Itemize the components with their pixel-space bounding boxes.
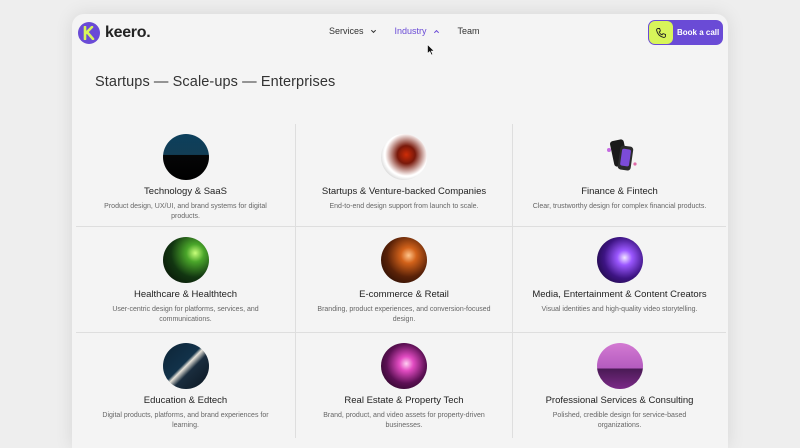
industry-description: Clear, trustworthy design for complex fi… <box>532 203 707 210</box>
nav-item-label: Team <box>457 26 480 36</box>
industry-description: Visual identities and high-quality video… <box>541 306 698 313</box>
professional-orb-image <box>596 343 643 389</box>
ecommerce-orb-image <box>381 237 427 283</box>
media-orb-image <box>596 237 643 283</box>
startups-orb-image <box>381 134 427 180</box>
industry-description: Brand, product, and video assets for pro… <box>323 412 485 429</box>
industry-title: Real Estate & Property Tech <box>344 395 464 406</box>
industry-description: User-centric design for platforms, servi… <box>112 306 259 323</box>
education-orb-image <box>162 343 209 389</box>
industry-grid: Technology & SaaS Product design, UX/UI,… <box>76 124 726 448</box>
industry-card-professional[interactable]: Professional Services & Consulting Polis… <box>513 333 726 438</box>
industry-card-ecommerce[interactable]: E-commerce & Retail Branding, product ex… <box>296 227 513 333</box>
book-call-button[interactable]: Book a call <box>648 20 723 45</box>
industry-title: Healthcare & Healthtech <box>134 289 237 300</box>
industry-description: Branding, product experiences, and conve… <box>317 306 491 323</box>
realestate-orb-image <box>381 343 427 389</box>
industry-card-technology[interactable]: Technology & SaaS Product design, UX/UI,… <box>76 124 296 227</box>
industry-card-education[interactable]: Education & Edtech Digital products, pla… <box>76 333 296 438</box>
industry-description: Product design, UX/UI, and brand systems… <box>104 203 267 220</box>
industry-title: Media, Entertainment & Content Creators <box>532 289 707 300</box>
section-heading: Startups — Scale-ups — Enterprises <box>95 74 336 90</box>
industry-title: E-commerce & Retail <box>359 289 449 300</box>
nav-item-industry[interactable]: Industry <box>395 26 440 36</box>
industry-title: Technology & SaaS <box>144 186 227 197</box>
industry-title: Education & Edtech <box>143 395 228 406</box>
industry-card-healthcare[interactable]: Healthcare & Healthtech User-centric des… <box>76 227 296 333</box>
brand-logo[interactable]: keero. <box>78 22 151 44</box>
industry-card-startups[interactable]: Startups & Venture-backed Companies End-… <box>296 124 513 227</box>
industry-card-realestate[interactable]: Real Estate & Property Tech Brand, produ… <box>296 333 513 438</box>
technology-orb-image <box>162 134 209 180</box>
healthcare-orb-image <box>162 237 209 283</box>
mouse-cursor-icon <box>427 44 435 56</box>
brand-name: keero. <box>105 24 151 41</box>
nav-item-services[interactable]: Services <box>329 26 377 36</box>
nav-item-label: Services <box>329 26 364 36</box>
industry-title: Finance & Fintech <box>581 186 658 197</box>
phone-icon <box>649 21 673 44</box>
main-menu: Services Industry Team <box>329 26 498 36</box>
browser-window: keero. Services Industry Team Book a cal… <box>72 14 728 448</box>
industry-title: Professional Services & Consulting <box>545 395 694 406</box>
nav-item-label: Industry <box>394 26 427 36</box>
k-logo-icon <box>78 22 100 44</box>
industry-description: Digital products, platforms, and brand e… <box>102 412 269 429</box>
book-call-label: Book a call <box>677 28 720 37</box>
finance-phones-image <box>597 134 643 180</box>
chevron-down-icon <box>370 29 376 33</box>
industry-description: Polished, credible design for service-ba… <box>552 412 687 429</box>
nav-item-team[interactable]: Team <box>458 26 480 36</box>
industry-card-media[interactable]: Media, Entertainment & Content Creators … <box>513 227 726 333</box>
industry-card-finance[interactable]: Finance & Fintech Clear, trustworthy des… <box>513 124 726 227</box>
chevron-up-icon <box>433 29 439 33</box>
top-navigation: keero. Services Industry Team Book a cal… <box>72 14 728 50</box>
industry-title: Startups & Venture-backed Companies <box>321 186 487 197</box>
industry-description: End-to-end design support from launch to… <box>329 203 479 210</box>
